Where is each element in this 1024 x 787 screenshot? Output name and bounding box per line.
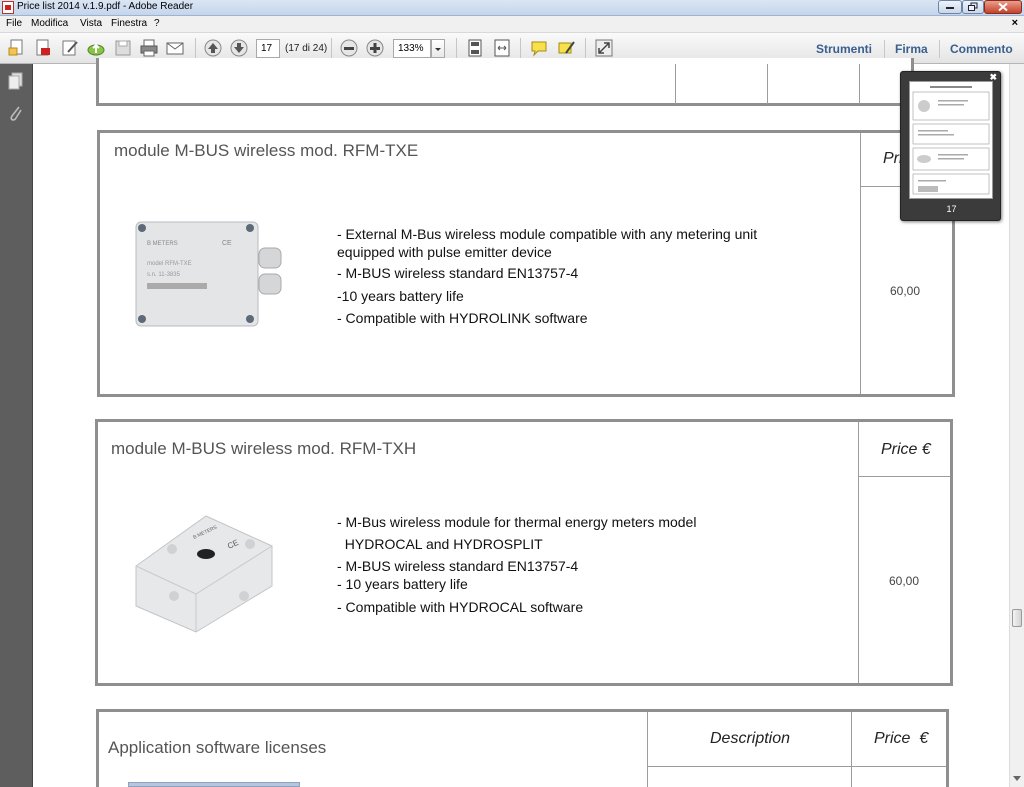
menu-finestra[interactable]: Finestra [111, 18, 147, 29]
page-thumbnails-button[interactable] [8, 72, 24, 90]
zoom-level-input[interactable]: 133% [393, 39, 431, 58]
edit-icon [62, 40, 78, 56]
print-button[interactable] [139, 38, 159, 58]
pages-icon [8, 72, 23, 90]
feature-line: - External M-Bus wireless module compati… [337, 226, 758, 242]
product-title: module M-BUS wireless mod. RFM-TXE [114, 141, 419, 160]
menu-modifica[interactable]: Modifica [31, 18, 68, 29]
zoom-in-icon [366, 39, 384, 57]
minimize-button[interactable] [938, 0, 962, 14]
tools-link[interactable]: Strumenti [816, 42, 872, 56]
sign-link[interactable]: Firma [895, 42, 928, 56]
fullscreen-button[interactable] [594, 38, 614, 58]
device-label-model: model RFM-TXE [147, 261, 192, 267]
zoom-out-button[interactable] [339, 38, 359, 58]
attachments-button[interactable] [8, 104, 24, 122]
page-number-input[interactable]: 17 [256, 39, 280, 58]
edit-button[interactable] [60, 38, 80, 58]
price-header: Price € [881, 441, 931, 458]
zoom-in-button[interactable] [365, 38, 385, 58]
feature-line: - Compatible with HYDROCAL software [337, 599, 584, 615]
cloud-icon [87, 43, 105, 56]
fit-width-icon [494, 39, 510, 57]
highlight-pen-icon [558, 41, 575, 54]
title-bar: Price list 2014 v.1.9.pdf - Adobe Reader [0, 0, 1024, 16]
scroll-down-arrow-icon[interactable] [1013, 776, 1021, 781]
zoom-out-icon [340, 39, 358, 57]
comment-button[interactable] [529, 38, 549, 58]
pdf-file-icon [2, 1, 14, 14]
page-thumbnail[interactable] [909, 81, 993, 199]
software-screenshot-image [128, 782, 300, 787]
window-title: Price list 2014 v.1.9.pdf - Adobe Reader [17, 1, 194, 12]
close-icon [998, 2, 1008, 12]
feature-line: - M-Bus wireless module for thermal ener… [337, 514, 697, 530]
product-title: module M-BUS wireless mod. RFM-TXH [111, 439, 417, 458]
menu-help[interactable]: ? [154, 18, 160, 29]
create-pdf-button[interactable] [33, 38, 53, 58]
arrow-up-icon [204, 39, 222, 57]
comment-link[interactable]: Commento [950, 42, 1013, 56]
expand-icon [595, 39, 613, 57]
thumbnail-page-number: 17 [946, 204, 957, 214]
feature-line: HYDROCAL and HYDROSPLIT [337, 536, 543, 552]
price-header: Price € [874, 730, 929, 747]
menu-bar: File Modifica Vista Finestra ? × [0, 16, 1024, 33]
rfm-txe-device-image: B METERS CE model RFM-TXE s.n. 11-3835 [135, 221, 282, 327]
device-label-brand: B METERS [147, 241, 178, 247]
menu-vista[interactable]: Vista [80, 18, 102, 29]
price-value: 60,00 [890, 284, 921, 298]
previous-page-button[interactable] [203, 38, 223, 58]
print-icon [140, 39, 158, 57]
scrollbar-thumb[interactable] [1012, 609, 1022, 627]
restore-icon [968, 2, 978, 11]
open-file-button[interactable] [7, 38, 27, 58]
feature-line: equipped with pulse emitter device [337, 244, 552, 260]
vertical-scrollbar[interactable] [1009, 64, 1024, 787]
close-document-icon[interactable]: × [1012, 17, 1018, 29]
device-label-serial: s.n. 11-3835 [147, 272, 181, 278]
open-file-icon [8, 39, 23, 56]
maximize-button[interactable] [962, 0, 984, 14]
feature-line: - 10 years battery life [337, 576, 468, 592]
fit-page-icon [468, 39, 482, 57]
description-header: Description [710, 730, 791, 747]
chevron-down-icon [435, 48, 441, 51]
feature-line: -10 years battery life [337, 288, 464, 304]
zoom-dropdown-button[interactable] [431, 39, 445, 58]
feature-line: - M-BUS wireless standard EN13757-4 [337, 558, 579, 574]
previous-table-remnant [96, 58, 914, 106]
menu-file[interactable]: File [6, 18, 22, 29]
close-button[interactable] [984, 0, 1022, 14]
speech-bubble-icon [531, 41, 547, 57]
rfm-txh-device-image: B METERS CE [135, 515, 273, 633]
price-value: 60,00 [889, 574, 920, 588]
paperclip-icon [10, 106, 22, 121]
navigation-pane [0, 64, 33, 787]
save-button[interactable] [113, 38, 133, 58]
minimize-icon [946, 7, 954, 9]
cloud-upload-button[interactable] [86, 38, 106, 58]
page-thumbnail-popup[interactable]: ✖ 17 [900, 71, 1001, 221]
arrow-down-icon [230, 39, 248, 57]
highlight-button[interactable] [556, 38, 576, 58]
save-icon [115, 40, 131, 56]
adobe-reader-window: Price list 2014 v.1.9.pdf - Adobe Reader… [0, 0, 1024, 787]
page-count-label: (17 di 24) [285, 43, 328, 54]
feature-line: - M-BUS wireless standard EN13757-4 [337, 265, 579, 281]
fit-page-button[interactable] [465, 38, 485, 58]
create-pdf-icon [36, 39, 50, 56]
next-page-button[interactable] [229, 38, 249, 58]
feature-line: - Compatible with HYDROLINK software [337, 310, 588, 326]
software-title: Application software licenses [108, 738, 327, 757]
fit-width-button[interactable] [492, 38, 512, 58]
email-icon [166, 42, 184, 55]
email-button[interactable] [165, 38, 185, 58]
document-view: module M-BUS wireless mod. RFM-TXE Pri 6… [34, 58, 1009, 787]
device-label-ce: CE [222, 240, 232, 247]
